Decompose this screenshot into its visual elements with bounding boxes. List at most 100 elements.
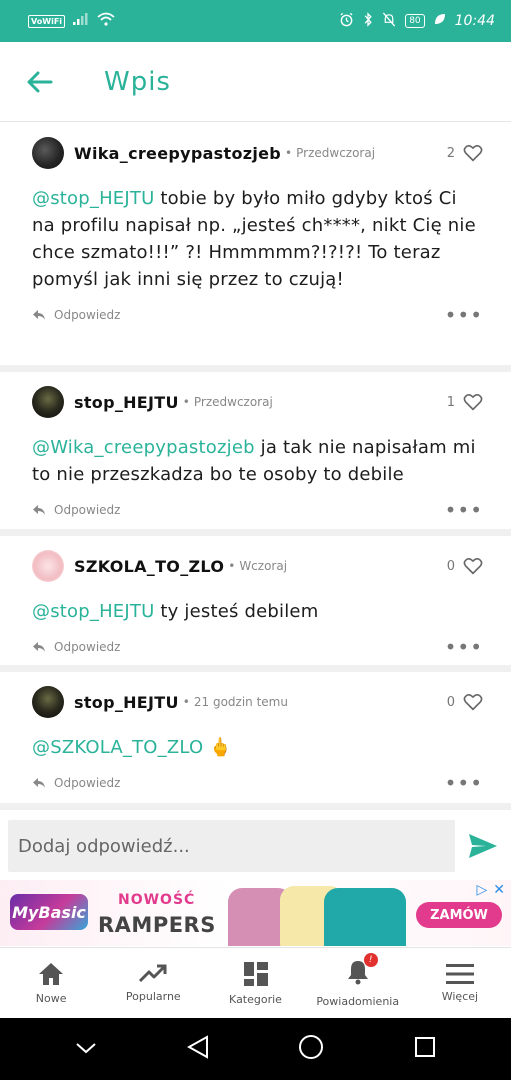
nav-item-powiadomienia[interactable]: ! Powiadomienia [307, 948, 409, 1018]
system-navigation-bar [0, 1018, 511, 1080]
home-circle-icon[interactable] [298, 1034, 324, 1064]
reply-label: Odpowiedz [54, 308, 121, 322]
ad-choices[interactable]: ▷ ✕ [476, 882, 505, 898]
reply-input[interactable] [8, 820, 456, 872]
reply-icon [33, 778, 45, 788]
more-options-icon[interactable]: ••• [445, 500, 483, 520]
like-count: 2 [446, 145, 455, 161]
battery-level: 80 [409, 15, 421, 26]
comment-body: @stop_HEJTU tobie by było miło gdyby kto… [32, 183, 483, 293]
nav-label: Więcej [441, 989, 479, 1003]
menu-icon [445, 963, 474, 984]
more-options-icon[interactable]: ••• [445, 305, 483, 325]
ad-cta-button[interactable]: ZAMÓW [416, 902, 502, 928]
comment-text: 🖕 [203, 737, 232, 758]
avatar[interactable] [32, 550, 64, 582]
nav-label: Nowe [35, 991, 67, 1005]
comments-list: Wika_creepypastozjeb • Przedwczoraj 2 @s… [0, 123, 511, 810]
comment-footer: Odpowiedz ••• [32, 625, 483, 669]
comment-time: Wczoraj [239, 559, 288, 573]
grid-icon [243, 961, 268, 986]
recents-square-icon[interactable] [414, 1036, 436, 1062]
nav-item-nowe[interactable]: Nowe [0, 948, 102, 1018]
ad-new-label: NOWOŚĆ [118, 892, 196, 908]
status-right: 80 10:44 [339, 11, 495, 31]
comment-header: Wika_creepypastozjeb • Przedwczoraj 2 [32, 123, 483, 183]
mention-link[interactable]: @Wika_creepypastozjeb [32, 437, 255, 458]
comment-header: stop_HEJTU • 21 godzin temu 0 [32, 672, 483, 732]
nav-item-wiecej[interactable]: Więcej [409, 948, 511, 1018]
more-options-icon[interactable]: ••• [445, 637, 483, 657]
reply-button[interactable]: Odpowiedz [32, 776, 120, 790]
send-icon [469, 834, 498, 858]
more-options-icon[interactable]: ••• [445, 773, 483, 793]
like-count: 1 [446, 394, 455, 410]
leaf-icon [434, 13, 446, 29]
heart-icon[interactable] [463, 144, 483, 162]
heart-icon[interactable] [463, 557, 483, 575]
avatar[interactable] [32, 386, 64, 418]
comment-body: @stop_HEJTU ty jesteś debilem [32, 596, 483, 625]
battery-icon: 80 [405, 14, 425, 28]
comment-header: stop_HEJTU • Przedwczoraj 1 [32, 372, 483, 432]
close-icon[interactable]: ✕ [493, 882, 505, 898]
like-control[interactable]: 0 [447, 693, 483, 711]
reply-icon [33, 505, 45, 515]
back-button[interactable] [0, 42, 80, 122]
comment-body: @Wika_creepypastozjeb ja tak nie napisał… [32, 432, 483, 488]
comment-author[interactable]: Wika_creepypastozjeb [74, 144, 281, 163]
comment-item: stop_HEJTU • Przedwczoraj 1 @Wika_creepy… [0, 372, 511, 536]
separator-dot: • [285, 146, 293, 160]
page-title: Wpis [104, 66, 171, 97]
trending-icon [139, 964, 167, 982]
nav-item-kategorie[interactable]: Kategorie [204, 948, 306, 1018]
avatar[interactable] [32, 686, 64, 718]
mute-icon [382, 12, 396, 31]
comment-item: stop_HEJTU • 21 godzin temu 0 @SZKOLA_TO… [0, 672, 511, 810]
notification-badge: ! [363, 952, 378, 967]
like-control[interactable]: 1 [447, 393, 483, 411]
mention-link[interactable]: @SZKOLA_TO_ZLO [32, 737, 203, 758]
avatar[interactable] [32, 137, 64, 169]
heart-icon[interactable] [463, 693, 483, 711]
bluetooth-icon [363, 11, 373, 31]
mention-link[interactable]: @stop_HEJTU [32, 188, 154, 209]
comment-author[interactable]: stop_HEJTU [74, 693, 179, 712]
wifi-icon [97, 12, 115, 30]
home-icon [39, 962, 64, 985]
reply-button[interactable]: Odpowiedz [32, 503, 120, 517]
alarm-icon [339, 12, 354, 31]
comment-time: Przedwczoraj [193, 395, 273, 409]
mention-link[interactable]: @stop_HEJTU [32, 601, 154, 622]
comment-item: SZKOLA_TO_ZLO • Wczoraj 0 @stop_HEJTU ty… [0, 536, 511, 672]
send-button[interactable] [465, 828, 501, 864]
heart-icon[interactable] [463, 393, 483, 411]
nav-label: Powiadomienia [316, 994, 400, 1008]
reply-button[interactable]: Odpowiedz [32, 640, 120, 654]
comment-time: Przedwczoraj [296, 146, 376, 160]
back-triangle-icon[interactable] [186, 1035, 209, 1063]
like-control[interactable]: 0 [447, 557, 483, 575]
adchoices-icon[interactable]: ▷ [476, 882, 487, 898]
arrow-back-icon [27, 71, 53, 92]
comment-author[interactable]: stop_HEJTU [74, 393, 179, 412]
nav-item-popularne[interactable]: Popularne [102, 948, 204, 1018]
like-control[interactable]: 2 [447, 144, 483, 162]
comment-item: Wika_creepypastozjeb • Przedwczoraj 2 @s… [0, 123, 511, 372]
nav-label: Kategorie [229, 992, 282, 1006]
signal-icon [73, 13, 89, 29]
separator-dot: • [182, 695, 190, 709]
ad-banner[interactable]: MyBasic NOWOŚĆ RAMPERS ZAMÓW ▷ ✕ [0, 880, 511, 946]
vowifi-badge: VoWiFi [28, 14, 66, 28]
top-app-bar: Wpis [0, 42, 511, 122]
chevron-down-icon[interactable] [75, 1040, 97, 1059]
status-bar: VoWiFi 80 10:44 [0, 0, 511, 42]
status-time: 10:44 [454, 13, 495, 29]
separator-dot: • [182, 395, 190, 409]
reply-button[interactable]: Odpowiedz [32, 308, 120, 322]
comment-author[interactable]: SZKOLA_TO_ZLO [74, 557, 224, 576]
ad-brand-logo: MyBasic [10, 894, 88, 930]
comment-header: SZKOLA_TO_ZLO • Wczoraj 0 [32, 536, 483, 596]
comment-text: ty jesteś debilem [154, 601, 319, 622]
comment-footer: Odpowiedz ••• [32, 293, 483, 337]
